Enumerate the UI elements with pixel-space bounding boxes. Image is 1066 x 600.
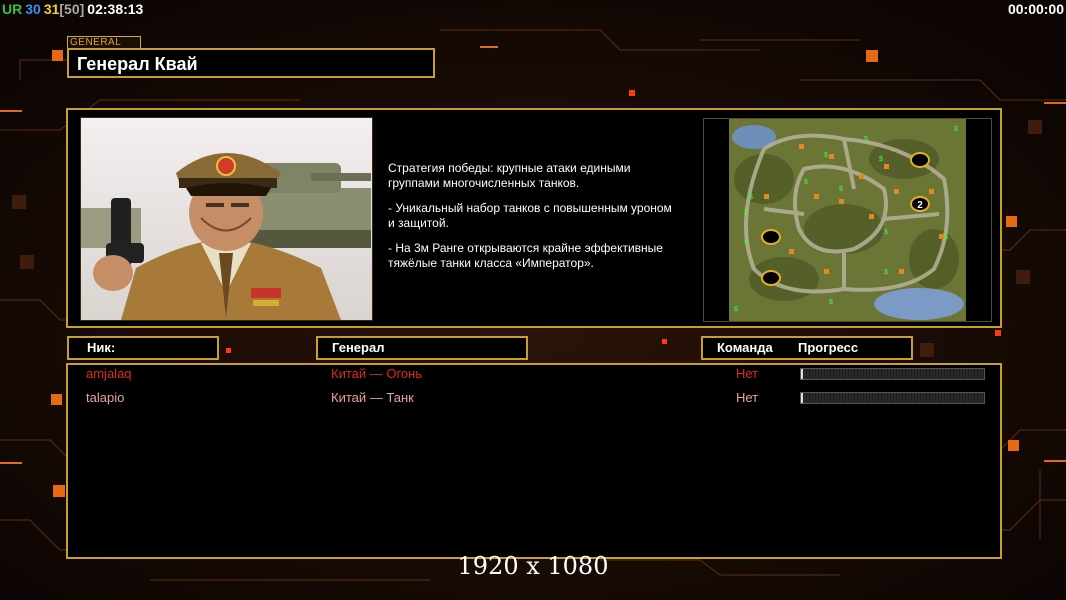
- svg-text:$: $: [734, 306, 738, 313]
- player-team: Нет: [736, 390, 759, 405]
- svg-text:$: $: [749, 194, 753, 201]
- description-line: - На 3м Ранге открываются крайне эффекти…: [388, 241, 663, 270]
- player-progress-bar: [800, 392, 985, 404]
- game-timer: 00:00:00: [1007, 1, 1064, 17]
- hud-value-b: 31: [43, 1, 60, 17]
- player-progress-bar: [800, 368, 985, 380]
- team-progress-column-header: Команда Прогресс: [701, 336, 913, 360]
- progress-stripes: [801, 369, 984, 379]
- hud-value-a: 30: [25, 1, 41, 17]
- description-line: - Уникальный набор танков с повышенным у…: [388, 201, 672, 230]
- team-header-label: Команда: [717, 340, 773, 355]
- svg-text:$: $: [884, 229, 888, 236]
- progress-header-label: Прогресс: [798, 340, 859, 355]
- title-box: Генерал Квай: [67, 48, 435, 78]
- svg-text:$: $: [839, 186, 843, 193]
- hud-value-c: [50]: [59, 1, 85, 17]
- svg-text:$: $: [829, 299, 833, 306]
- player-general: Китай — Танк: [331, 390, 414, 405]
- hud-clock: 02:38:13: [87, 1, 144, 17]
- page-title: Генерал Квай: [77, 54, 198, 74]
- general-description: Стратегия победы: крупные атаки едиными …: [388, 161, 693, 281]
- nick-header-label: Ник:: [87, 340, 116, 355]
- player-nick: amjalaq: [86, 366, 132, 381]
- svg-text:$: $: [864, 136, 868, 143]
- resolution-label: 1920 x 1080: [457, 552, 609, 580]
- svg-text:$: $: [884, 269, 888, 276]
- minimap[interactable]: 2 $ $ $ $ $ $ $ $ $ $ $ $ $ $: [703, 118, 992, 322]
- svg-text:$: $: [954, 126, 958, 133]
- svg-text:$: $: [944, 234, 948, 241]
- hud-ur-label: UR: [2, 1, 23, 17]
- start-position-label: 2: [917, 200, 923, 211]
- general-portrait: [80, 117, 373, 321]
- player-nick: talapio: [86, 390, 125, 405]
- description-line: Стратегия победы: крупные атаки едиными …: [388, 161, 631, 190]
- hud-stats: UR 30 31[50] 02:38:13: [2, 0, 146, 18]
- player-team: Нет: [736, 366, 759, 381]
- general-column-header: Генерал: [316, 336, 528, 360]
- nick-column-header: Ник:: [67, 336, 219, 360]
- progress-stripes: [801, 393, 984, 403]
- table-row[interactable]: talapio Китай — Танк Нет: [0, 390, 1066, 410]
- player-general: Китай — Огонь: [331, 366, 423, 381]
- general-header-label: Генерал: [332, 340, 385, 355]
- svg-text:$: $: [824, 152, 828, 159]
- svg-text:$: $: [804, 179, 808, 186]
- svg-text:$: $: [879, 156, 883, 163]
- table-row[interactable]: amjalaq Китай — Огонь Нет: [0, 366, 1066, 386]
- svg-text:$: $: [744, 209, 748, 216]
- svg-text:$: $: [744, 239, 748, 246]
